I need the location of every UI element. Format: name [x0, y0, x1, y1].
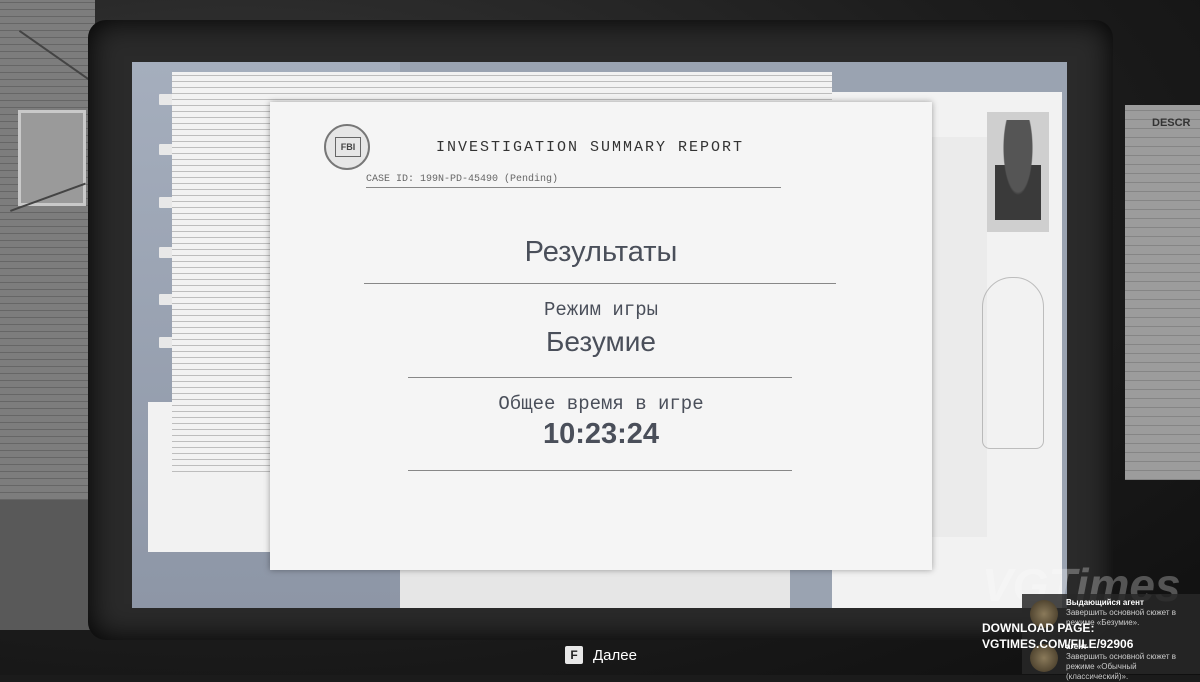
- overlapping-page: [932, 137, 987, 537]
- report-title: INVESTIGATION SUMMARY REPORT: [436, 139, 745, 156]
- download-info: DOWNLOAD PAGE: VGTIMES.COM/FILE/92906: [982, 620, 1133, 652]
- case-id: CASE ID: 199N-PD-45490 (Pending): [366, 174, 559, 185]
- keyboard-key-icon: F: [565, 646, 583, 664]
- fbi-seal-icon: FBI: [324, 124, 370, 170]
- download-line: DOWNLOAD PAGE:: [982, 621, 1095, 635]
- results-heading: Результаты: [524, 236, 678, 268]
- continue-label: Далее: [593, 646, 637, 664]
- achievement-description: Завершить основной сюжет в режиме «Обычн…: [1066, 652, 1176, 681]
- suspect-photo: [18, 110, 86, 206]
- seal-label: FBI: [335, 137, 361, 157]
- game-mode-label: Режим игры: [543, 299, 659, 321]
- pinned-document-right: [1125, 105, 1200, 480]
- body-diagram: [982, 277, 1044, 449]
- folder-icon[interactable]: [159, 197, 173, 208]
- divider: [366, 187, 781, 188]
- game-mode-value: Безумие: [545, 326, 656, 357]
- folder-icon[interactable]: [159, 294, 173, 305]
- folder-icon[interactable]: [159, 337, 173, 348]
- continue-prompt[interactable]: F Далее: [565, 646, 637, 664]
- download-url: VGTIMES.COM/FILE/92906: [982, 637, 1134, 651]
- trash-icon[interactable]: [159, 94, 173, 105]
- achievement-title: Выдающийся агент: [1066, 598, 1144, 607]
- total-time-value: 10:23:24: [542, 418, 660, 450]
- mugshot-photo: [987, 112, 1049, 232]
- folder-icon[interactable]: [159, 144, 173, 155]
- folder-icon[interactable]: [159, 247, 173, 258]
- divider: [408, 377, 792, 378]
- investigation-report: FBI INVESTIGATION SUMMARY REPORT CASE ID…: [270, 102, 932, 570]
- right-paper-title: DESCR: [1152, 117, 1191, 129]
- divider: [364, 283, 836, 284]
- total-time-label: Общее время в игре: [498, 393, 704, 415]
- divider: [408, 470, 792, 471]
